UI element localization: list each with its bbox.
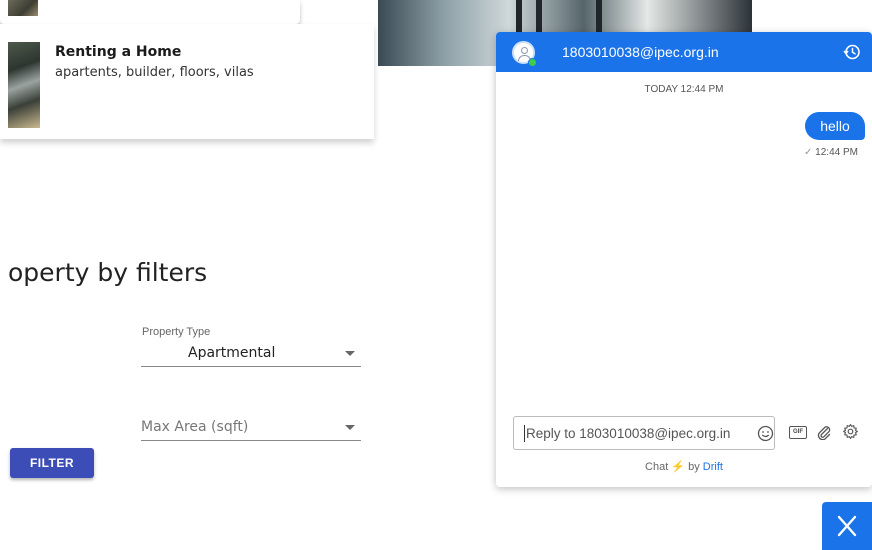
listing-thumbnail: [8, 0, 38, 16]
property-type-select[interactable]: Apartmental: [141, 341, 361, 367]
chat-contact-email: 1803010038@ipec.org.in: [562, 44, 719, 60]
message-timestamp: ✓ 12:44 PM: [804, 147, 858, 158]
property-type-value: Apartmental: [188, 345, 276, 361]
history-icon[interactable]: [843, 43, 861, 61]
chat-date-divider: TODAY 12:44 PM: [644, 84, 724, 95]
caret-down-icon: [345, 351, 355, 356]
listing-subtitle: apartents, builder, floors, vilas: [55, 65, 254, 80]
message-time: 12:44 PM: [815, 147, 858, 158]
chat-header: 1803010038@ipec.org.in: [496, 32, 872, 72]
bolt-icon: ⚡: [671, 461, 686, 473]
drift-link[interactable]: Drift: [703, 461, 723, 473]
gear-icon[interactable]: [842, 423, 859, 440]
online-status-dot: [528, 58, 537, 67]
listing-card-previous[interactable]: [0, 0, 300, 24]
property-type-label: Property Type: [142, 326, 211, 338]
close-icon: [837, 515, 857, 537]
listing-title: Renting a Home: [55, 44, 182, 60]
chat-widget: 1803010038@ipec.org.in TODAY 12:44 PM he…: [496, 32, 872, 487]
footer-by: by: [688, 461, 700, 473]
caret-down-icon: [345, 425, 355, 430]
emoji-icon[interactable]: [757, 425, 774, 442]
filter-section-heading: operty by filters: [8, 258, 208, 287]
check-icon: ✓: [804, 147, 813, 158]
footer-prefix: Chat: [645, 461, 669, 473]
text-cursor: [524, 425, 525, 442]
reply-input[interactable]: Reply to 1803010038@ipec.org.in: [513, 416, 775, 450]
reply-placeholder: Reply to 1803010038@ipec.org.in: [526, 426, 731, 441]
chat-message-bubble: hello: [805, 112, 865, 140]
close-chat-button[interactable]: [822, 502, 872, 550]
max-area-placeholder: Max Area (sqft): [141, 419, 249, 435]
listing-thumbnail: [8, 42, 40, 128]
listing-card-renting[interactable]: Renting a Home apartents, builder, floor…: [0, 24, 374, 139]
gif-icon[interactable]: GIF: [789, 426, 807, 439]
paperclip-icon[interactable]: [816, 424, 832, 440]
max-area-select[interactable]: Max Area (sqft): [141, 415, 361, 441]
chat-footer: Chat ⚡ by Drift: [496, 460, 872, 473]
filter-button[interactable]: FILTER: [10, 448, 94, 478]
